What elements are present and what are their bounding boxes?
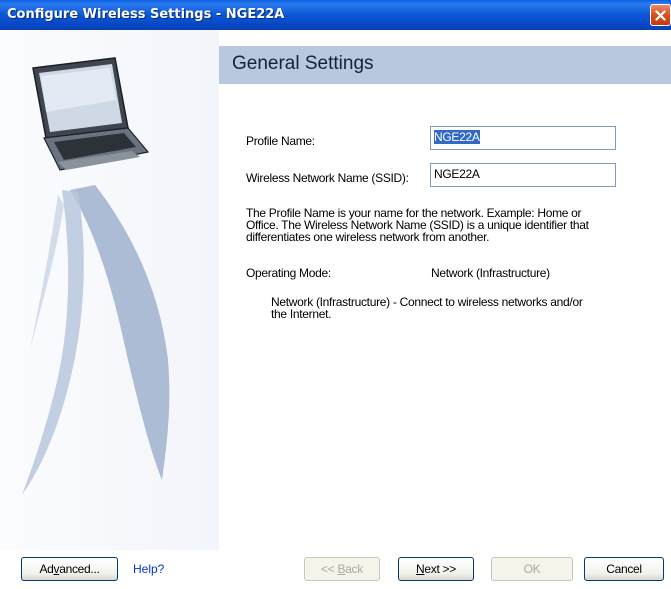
profile-name-label: Profile Name: — [246, 134, 315, 148]
page-title: General Settings — [232, 53, 374, 74]
ssid-value: NGE22A — [434, 167, 480, 181]
window-title: Configure Wireless Settings - NGE22A — [7, 7, 285, 22]
title-bar[interactable]: Configure Wireless Settings - NGE22A — [0, 0, 671, 30]
profile-name-field[interactable]: NGE22A — [430, 126, 616, 150]
mode-description-line: the Internet. — [271, 307, 332, 321]
next-label-post: ext >> — [424, 562, 456, 576]
back-button[interactable]: << Back — [304, 557, 380, 581]
close-button[interactable] — [650, 4, 671, 26]
next-label: Next >> — [416, 562, 456, 576]
configure-wireless-settings-dialog: Configure Wireless Settings - NGE22A Gen… — [0, 0, 671, 589]
operating-mode-value: Network (Infrastructure) — [431, 266, 550, 280]
advanced-label: Advanced... — [39, 562, 99, 576]
advanced-label-pre: Ad — [39, 562, 54, 576]
laptop-illustration — [22, 57, 170, 495]
mode-description: Network (Infrastructure) - Connect to wi… — [271, 296, 583, 320]
help-link[interactable]: Help? — [133, 562, 164, 576]
back-label: << Back — [321, 562, 363, 576]
next-button[interactable]: Next >> — [398, 557, 474, 581]
profile-description: The Profile Name is your name for the ne… — [246, 207, 589, 243]
advanced-button[interactable]: Advanced... — [21, 557, 118, 581]
cancel-button[interactable]: Cancel — [584, 557, 664, 581]
operating-mode-label: Operating Mode: — [246, 266, 331, 280]
ssid-label: Wireless Network Name (SSID): — [246, 171, 409, 185]
back-label-post: ack — [345, 562, 363, 576]
advanced-label-post: anced... — [59, 562, 100, 576]
description-line: differentiates one wireless network from… — [246, 230, 490, 244]
ok-button[interactable]: OK — [491, 557, 573, 581]
back-label-pre: << — [321, 562, 338, 576]
profile-name-value: NGE22A — [434, 130, 480, 144]
ssid-field[interactable]: NGE22A — [430, 163, 616, 187]
close-icon — [655, 9, 666, 21]
